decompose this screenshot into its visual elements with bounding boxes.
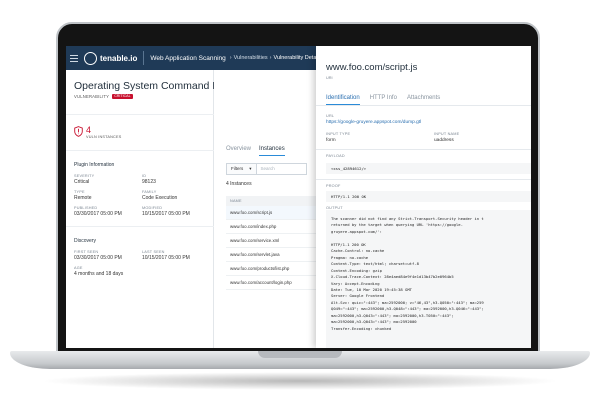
laptop-shadow <box>40 372 560 390</box>
product-name[interactable]: Web Application Scanning <box>150 55 225 62</box>
discovery-heading: Discovery <box>74 238 96 244</box>
tab-overview[interactable]: Overview <box>226 146 251 156</box>
proof-code: HTTP/1.1 200 OK <box>326 191 531 202</box>
vulnerability-summary-pane: Operating System Command Injection VULNE… <box>66 70 251 348</box>
instances-count-heading: 4 Instances <box>226 181 252 187</box>
laptop-screen: tenable.io Web Application Scanning › Vu… <box>66 46 531 348</box>
name-column-header[interactable]: NAME <box>226 196 316 206</box>
plugin-id-field: ID 98123 <box>142 174 156 185</box>
search-input[interactable]: Search <box>256 163 307 175</box>
divider <box>66 150 214 151</box>
input-type-value: form <box>326 138 336 143</box>
type-label: VULNERABILITY <box>74 94 110 99</box>
breadcrumb-current: Vulnerability Details <box>273 55 322 61</box>
first-seen-field: FIRST SEEN 03/30/2017 05:00 PM <box>74 250 122 261</box>
shield-icon <box>74 126 83 137</box>
last-seen-field: LAST SEEN 10/15/2017 05:00 PM <box>142 250 190 261</box>
divider <box>316 105 531 106</box>
plugin-info-heading: Plugin Information <box>74 162 115 168</box>
header-divider <box>143 51 145 65</box>
laptop-notch <box>258 351 342 358</box>
detail-tabs: Identification HTTP Info Attachments <box>326 95 440 105</box>
payload-code: <xss_42894612/> <box>326 163 531 174</box>
input-name-value: uaddress <box>434 138 454 143</box>
logo-text[interactable]: tenable.io <box>100 54 137 63</box>
tab-http-info[interactable]: HTTP Info <box>370 95 397 105</box>
breadcrumb-vulnerabilities[interactable]: Vulnerabilities <box>234 55 268 61</box>
family-field: FAMILY Code Execution <box>142 190 178 201</box>
detail-title-label: URI <box>326 76 333 80</box>
tab-attachments[interactable]: Attachments <box>407 95 440 105</box>
input-name-label: INPUT NAME <box>434 132 460 136</box>
chevron-down-icon: ▾ <box>249 166 252 171</box>
table-row[interactable]: www.foo.com/servlet.java <box>226 248 316 262</box>
filters-button[interactable]: Filters ▾ <box>226 163 257 175</box>
table-row[interactable]: www.foo.com/products/list.php <box>226 262 316 276</box>
url-field-label: URL <box>326 114 335 118</box>
instances-count: 4 <box>86 125 92 135</box>
divider <box>316 149 531 150</box>
input-type-label: INPUT TYPE <box>326 132 351 136</box>
tenable-logo-icon <box>84 51 97 65</box>
instance-detail-panel: www.foo.com/script.js URI Identification… <box>316 46 531 348</box>
proof-label: PROOF <box>326 184 341 188</box>
divider <box>316 179 531 180</box>
divider <box>66 226 214 227</box>
published-field: PUBLISHED 03/30/2017 05:00 PM <box>74 206 122 217</box>
severity-field: SEVERITY Critical <box>74 174 95 185</box>
title-subline: VULNERABILITY CRITICAL <box>74 94 133 99</box>
breadcrumb: › Vulnerabilities › Vulnerability Detail… <box>229 55 322 61</box>
age-field: AGE 4 months and 18 days <box>74 266 124 277</box>
stage: tenable.io Web Application Scanning › Vu… <box>0 0 600 420</box>
filter-bar: Filters ▾ Search <box>226 163 307 175</box>
instances-tabs: Overview Instances <box>226 146 285 156</box>
table-row[interactable]: www.foo.com/script.js <box>226 206 316 220</box>
output-code: The scanner did not find any Strict-Tran… <box>326 210 531 348</box>
tab-identification[interactable]: Identification <box>326 95 360 105</box>
payload-label: PAYLOAD <box>326 154 345 158</box>
instances-count-label: VULN INSTANCES <box>86 135 122 139</box>
output-text: The scanner did not find any Strict-Tran… <box>331 216 484 331</box>
vuln-instances-counter: 4 VULN INSTANCES <box>74 126 121 139</box>
table-row[interactable]: www.foo.com/index.php <box>226 220 316 234</box>
type-field: TYPE Remote <box>74 190 92 201</box>
table-row[interactable]: www.foo.com/account/login.php <box>226 276 316 290</box>
divider <box>66 114 214 115</box>
url-field-link[interactable]: https://google-gruyere.appspot.com/dump.… <box>326 120 421 125</box>
menu-icon[interactable] <box>66 46 82 70</box>
severity-badge: CRITICAL <box>112 94 133 99</box>
instances-pane: Overview Instances Filters ▾ Search 4 In… <box>214 70 316 348</box>
modified-field: MODIFIED 10/15/2017 05:00 PM <box>142 206 190 217</box>
table-row[interactable]: www.foo.com/service.xml <box>226 234 316 248</box>
tab-instances[interactable]: Instances <box>259 146 285 156</box>
detail-title: www.foo.com/script.js <box>326 62 418 73</box>
